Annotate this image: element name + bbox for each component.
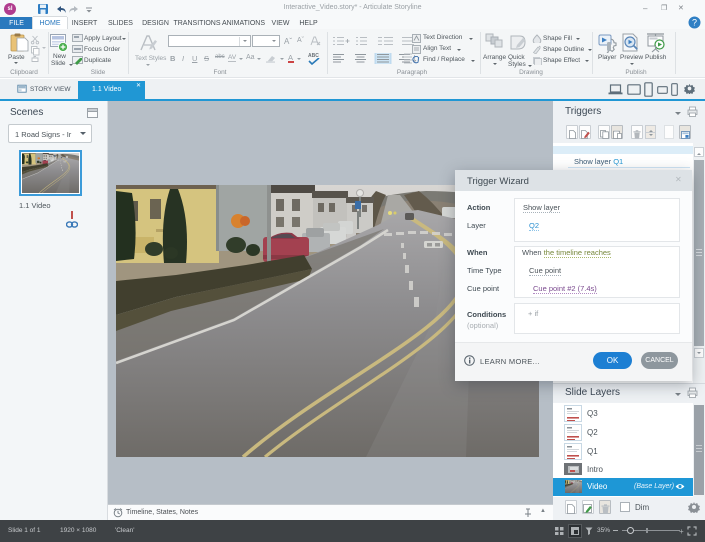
svg-text:?: ?: [692, 18, 697, 28]
